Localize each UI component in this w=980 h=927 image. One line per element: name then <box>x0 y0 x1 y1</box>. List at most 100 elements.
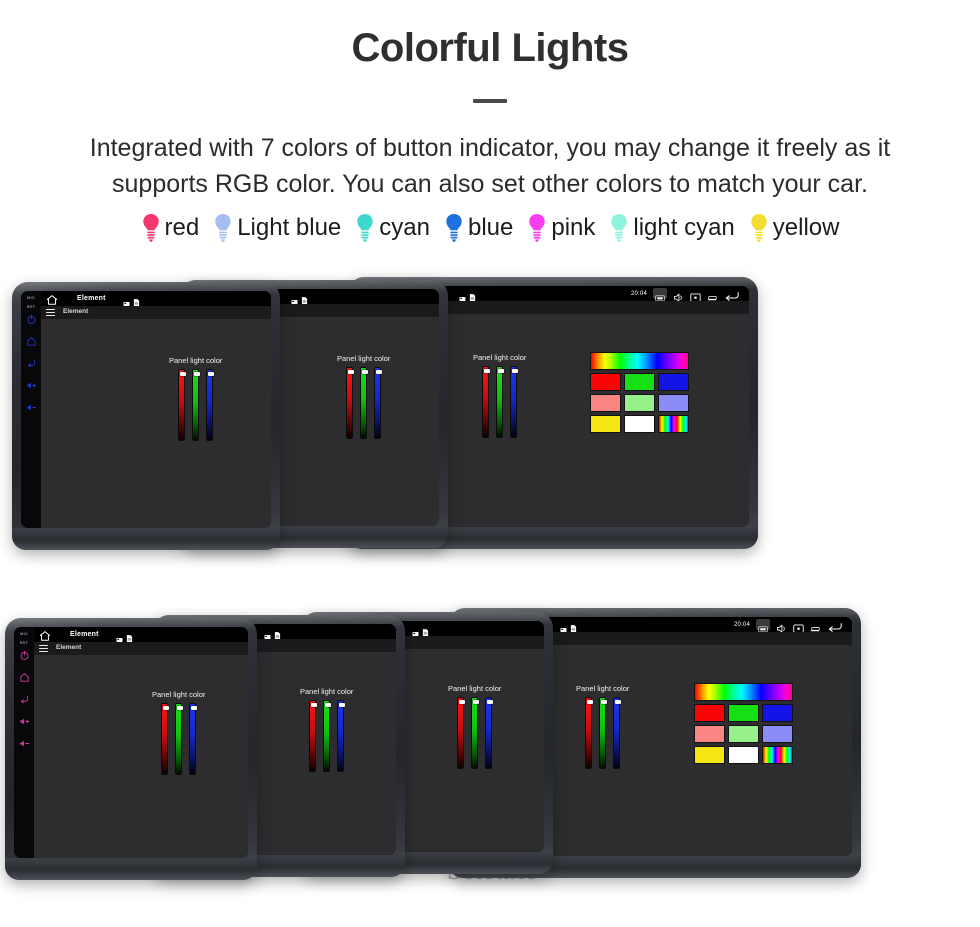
swatch-periwinkle[interactable] <box>762 725 793 743</box>
slider-knob[interactable] <box>458 699 465 704</box>
status-clock: 20:04 <box>630 290 647 297</box>
hamburger-icon[interactable] <box>46 308 55 318</box>
head-unit-unit-pink[interactable]: MIC RST Element Element Panel light color <box>5 618 257 880</box>
recents-icon[interactable] <box>810 620 821 632</box>
swatch-yellow[interactable] <box>590 415 621 433</box>
swatch-light-green[interactable] <box>728 725 759 743</box>
slider-green[interactable] <box>360 366 368 439</box>
slider-green[interactable] <box>175 702 183 775</box>
slider-green[interactable] <box>192 368 200 441</box>
slider-red[interactable] <box>457 696 465 769</box>
slider-fill <box>458 697 464 768</box>
slider-blue[interactable] <box>374 366 382 439</box>
hw-volume-up-icon[interactable] <box>19 716 30 727</box>
hw-volume-up-icon[interactable] <box>26 380 37 391</box>
hw-back-icon[interactable] <box>26 358 37 369</box>
swatch-salmon[interactable] <box>590 394 621 412</box>
swatch-periwinkle[interactable] <box>658 394 689 412</box>
swatch-blue[interactable] <box>762 704 793 722</box>
slider-knob[interactable] <box>190 705 197 710</box>
swatch-white[interactable] <box>728 746 759 764</box>
home-icon[interactable] <box>46 293 58 305</box>
slider-knob[interactable] <box>614 699 621 704</box>
slider-green[interactable] <box>496 365 504 438</box>
back-icon[interactable] <box>724 288 740 301</box>
hw-home-icon[interactable] <box>19 672 30 683</box>
capture-icon[interactable] <box>793 620 804 633</box>
slider-knob[interactable] <box>193 371 200 376</box>
slider-knob[interactable] <box>483 368 490 373</box>
slider-red[interactable] <box>161 702 169 775</box>
slider-knob[interactable] <box>600 699 607 704</box>
device-row-one: MICRSTElementElementPanel light colorMIC… <box>0 272 980 557</box>
slider-knob[interactable] <box>375 369 382 374</box>
panel-light-color-label: Panel light color <box>473 353 527 362</box>
slider-red[interactable] <box>585 696 593 769</box>
slider-blue[interactable] <box>613 696 621 769</box>
slider-knob[interactable] <box>347 369 354 374</box>
slider-knob[interactable] <box>176 705 183 710</box>
recents-icon[interactable] <box>707 289 718 301</box>
swatch-green[interactable] <box>728 704 759 722</box>
swatch-hue-spectrum[interactable] <box>694 683 793 701</box>
hamburger-icon[interactable] <box>39 644 48 654</box>
hw-back-icon[interactable] <box>19 694 30 705</box>
back-icon[interactable] <box>827 619 843 632</box>
home-icon[interactable] <box>39 629 51 641</box>
swatch-red[interactable] <box>694 704 725 722</box>
swatch-white[interactable] <box>624 415 655 433</box>
slider-fill <box>162 703 168 774</box>
color-legend: red Light blue cyan blue pink light cyan yello… <box>0 213 980 243</box>
slider-knob[interactable] <box>338 702 345 707</box>
slider-red[interactable] <box>309 699 317 772</box>
swatch-rainbow-cycle[interactable] <box>658 415 689 433</box>
slider-knob[interactable] <box>179 371 186 376</box>
legend-label: pink <box>551 213 596 241</box>
slider-knob[interactable] <box>162 705 169 710</box>
legend-item-cyan: cyan <box>348 213 437 243</box>
slider-green[interactable] <box>323 699 331 772</box>
hw-power-icon[interactable] <box>26 314 37 325</box>
swatch-red[interactable] <box>590 373 621 391</box>
slider-knob[interactable] <box>586 699 593 704</box>
slider-blue[interactable] <box>485 696 493 769</box>
swatch-light-green[interactable] <box>624 394 655 412</box>
volume-icon[interactable] <box>776 620 787 633</box>
volume-icon[interactable] <box>673 289 684 302</box>
status-bar-left-icons <box>116 631 133 643</box>
touch-screen[interactable]: MIC RST Element Element Panel light color <box>14 627 248 858</box>
swatch-rainbow-cycle[interactable] <box>762 746 793 764</box>
swatch-hue-spectrum[interactable] <box>590 352 689 370</box>
slider-red[interactable] <box>178 368 186 441</box>
slider-green[interactable] <box>599 696 607 769</box>
slider-blue[interactable] <box>510 365 518 438</box>
screenshot-icon[interactable] <box>653 288 667 302</box>
slider-blue[interactable] <box>189 702 197 775</box>
slider-knob[interactable] <box>324 702 331 707</box>
slider-knob[interactable] <box>472 699 479 704</box>
slider-knob[interactable] <box>361 369 368 374</box>
slider-blue[interactable] <box>206 368 214 441</box>
touch-screen[interactable]: MIC RST Element Element Panel light color <box>21 291 271 528</box>
slider-knob[interactable] <box>511 368 518 373</box>
hw-volume-down-icon[interactable] <box>26 402 37 413</box>
screenshot-icon[interactable] <box>756 619 770 633</box>
slider-knob[interactable] <box>207 371 214 376</box>
head-unit-unit-blue[interactable]: MIC RST Element Element Panel light color <box>12 282 280 550</box>
swatch-green[interactable] <box>624 373 655 391</box>
slider-blue[interactable] <box>337 699 345 772</box>
swatch-salmon[interactable] <box>694 725 725 743</box>
hw-volume-down-icon[interactable] <box>19 738 30 749</box>
hw-home-icon[interactable] <box>26 336 37 347</box>
slider-knob[interactable] <box>497 368 504 373</box>
slider-red[interactable] <box>482 365 490 438</box>
capture-icon[interactable] <box>690 289 701 302</box>
slider-knob[interactable] <box>486 699 493 704</box>
slider-red[interactable] <box>346 366 354 439</box>
slider-knob[interactable] <box>310 702 317 707</box>
hw-power-icon[interactable] <box>19 650 30 661</box>
rgb-sliders <box>457 696 493 769</box>
slider-green[interactable] <box>471 696 479 769</box>
swatch-blue[interactable] <box>658 373 689 391</box>
swatch-yellow[interactable] <box>694 746 725 764</box>
